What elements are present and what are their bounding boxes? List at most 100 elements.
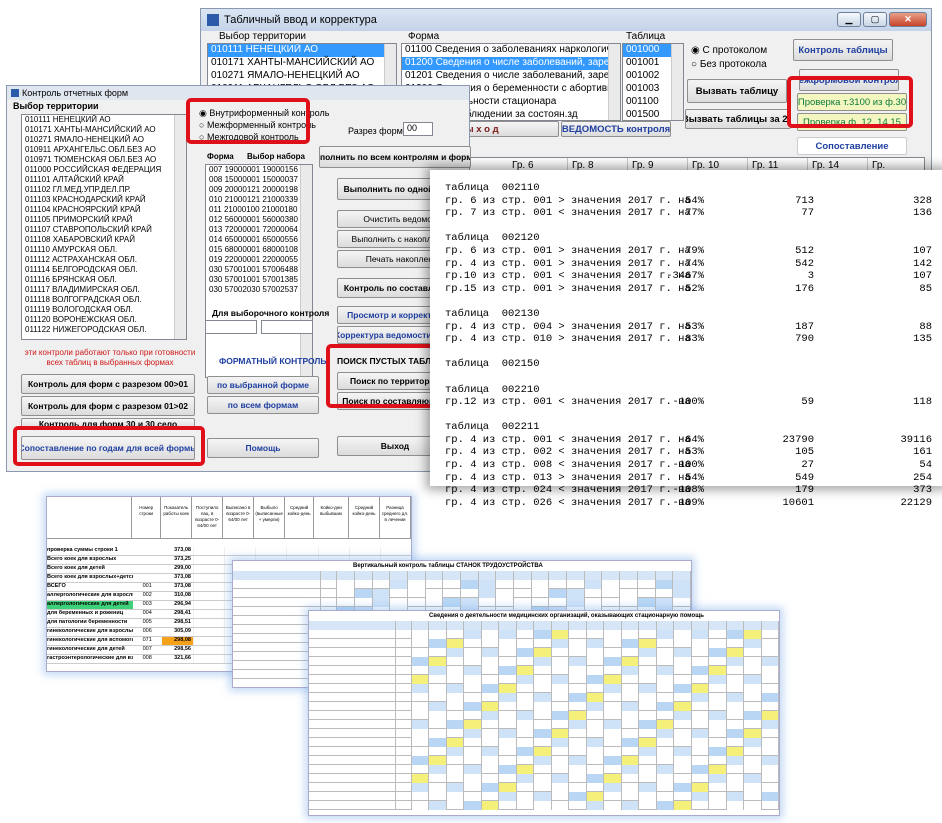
form-set-item[interactable]: 014 65000001 65000556 xyxy=(206,235,312,245)
territory-item[interactable]: 011105 ПРИМОРСКИЙ КРАЙ xyxy=(22,215,186,225)
close-button[interactable]: ✕ xyxy=(889,12,927,27)
territory-item[interactable]: 010111 НЕНЕЦКИЙ АО xyxy=(22,115,186,125)
form-set-item[interactable]: 010 21000121 21000339 xyxy=(206,195,312,205)
maximize-button[interactable]: ▢ xyxy=(863,12,887,27)
territory-item[interactable]: 011116 БРЯНСКАЯ ОБЛ. xyxy=(22,275,186,285)
cut01-button[interactable]: Контроль для форм с разрезом 00>01 xyxy=(21,374,195,394)
scrollbar[interactable] xyxy=(671,44,683,120)
territory-item[interactable]: 011103 КРАСНОДАРСКИЙ КРАЙ xyxy=(22,195,186,205)
selective-from-input[interactable] xyxy=(205,320,257,334)
sheet-cell xyxy=(481,648,500,657)
territory-item[interactable]: 011102 ГЛ.МЕД.УПР.ДЕЛ.ПР. xyxy=(22,185,186,195)
territory-item[interactable]: 010971 ТЮМЕНСКАЯ ОБЛ.БЕЗ АО xyxy=(22,155,186,165)
form-set-item[interactable]: 011 21000100 21000180 xyxy=(206,205,312,215)
sheet-cell xyxy=(762,630,779,639)
territory-item[interactable]: 010271 ЯМАЛО-НЕНЕЦКИЙ АО xyxy=(22,135,186,145)
sheet-cell xyxy=(516,774,535,783)
format-all-button[interactable]: по всем формам xyxy=(207,396,319,414)
radio-no-protocol[interactable]: ○ Без протокола xyxy=(691,59,767,70)
territory-item[interactable]: 011110 АМУРСКАЯ ОБЛ. xyxy=(22,245,186,255)
control-forms-list[interactable]: 007 19000001 19000156 008 15000001 150000… xyxy=(205,164,313,378)
sheet-cell xyxy=(709,783,727,792)
form-set-item[interactable]: 013 72000001 72000064 xyxy=(206,225,312,235)
form-set-item[interactable]: 030 57002030 57002537 xyxy=(206,285,312,295)
sheet-cell xyxy=(674,675,692,684)
form-item[interactable]: 01201 Сведения о числе заболеваний, заре… xyxy=(402,70,620,83)
territory-item[interactable]: 011118 ВОЛГОГРАДСКАЯ ОБЛ. xyxy=(22,295,186,305)
form-item[interactable]: 01100 Сведения о заболеваниях наркологич… xyxy=(402,44,620,57)
territory-item[interactable]: 011108 ХАБАРОВСКИЙ КРАЙ xyxy=(22,235,186,245)
sheet-cell xyxy=(534,621,552,630)
form-set-item[interactable]: 009 20000121 20000198 xyxy=(206,185,312,195)
territory-item[interactable]: 011119 ВОЛОГОДСКАЯ ОБЛ. xyxy=(22,305,186,315)
sheet-cell xyxy=(499,648,517,657)
territory-item[interactable]: 011120 ВОРОНЕЖСКАЯ ОБЛ. xyxy=(22,315,186,325)
territory-item[interactable]: 011000 РОССИЙСКАЯ ФЕДЕРАЦИЯ xyxy=(22,165,186,175)
sheet-cell xyxy=(621,738,640,747)
territory-item[interactable]: 011107 СТАВРОПОЛЬСКИЙ КРАЙ xyxy=(22,225,186,235)
call-table-button[interactable]: Вызвать таблицу xyxy=(687,79,787,103)
sheet-cell xyxy=(534,630,552,639)
sheet-cell xyxy=(569,801,587,810)
territory-item[interactable]: 010171 ХАНТЫ-МАНСИЙСКИЙ АО xyxy=(208,57,396,70)
sheet-cell xyxy=(534,693,552,702)
territory-item[interactable]: 011112 АСТРАХАНСКАЯ ОБЛ. xyxy=(22,255,186,265)
sheet-cell xyxy=(309,711,397,720)
sheet-cell xyxy=(443,589,461,598)
sheet-cell xyxy=(446,783,465,792)
row-previous: 22129 xyxy=(900,496,932,509)
row-text: гр.12 из стр. 001 < значения 2017 г. на xyxy=(445,396,691,409)
cut02-button[interactable]: Контроль для форм с разрезом 01>02 xyxy=(21,396,195,416)
help-button[interactable]: Помощь xyxy=(207,438,319,458)
territory-item[interactable]: 010111 НЕНЕЦКИЙ АО xyxy=(208,44,396,57)
sheet-cell xyxy=(429,639,447,648)
row-text: гр. 4 из стр. 004 > значения 2017 г. на xyxy=(445,320,691,333)
sheet-cell xyxy=(551,621,570,630)
table-list[interactable]: 001000 001001 001002 001003 001100 001500 xyxy=(622,43,684,121)
control-territory-list[interactable]: 010111 НЕНЕЦКИЙ АО 010171 ХАНТЫ-МАНСИЙСКИ… xyxy=(21,114,187,340)
form-set-item[interactable]: 030 57001001 57001385 xyxy=(206,275,312,285)
territory-item[interactable]: 011104 КРАСНОЯРСКИЙ КРАЙ xyxy=(22,205,186,215)
form-set-item[interactable]: 015 68000001 68000108 xyxy=(206,245,312,255)
sheet-cell xyxy=(744,729,762,738)
statement-button[interactable]: ВЕДОМОСТЬ контроля xyxy=(561,121,671,137)
control-table-button[interactable]: Контроль таблицы xyxy=(793,39,893,61)
sheet-cell xyxy=(531,580,550,589)
compare-button[interactable]: Сопоставление xyxy=(797,137,907,155)
scrollbar[interactable] xyxy=(174,115,186,339)
territory-item[interactable]: 010271 ЯМАЛО-НЕНЕЦКИЙ АО xyxy=(208,70,396,83)
territory-item[interactable]: 010911 АРХАНГЕЛЬС.ОБЛ.БЕЗ АО xyxy=(22,145,186,155)
call-tables-2y-button[interactable]: Вызвать таблицы за 2 г xyxy=(685,109,791,129)
territory-item[interactable]: 011101 АЛТАЙСКИЙ КРАЙ xyxy=(22,175,186,185)
form-set-item[interactable]: 019 22000001 22000055 xyxy=(206,255,312,265)
radio-protocol[interactable]: ◉ С протоколом xyxy=(691,45,767,56)
sheet-cell xyxy=(639,765,657,774)
form-set-item[interactable]: 007 19000001 19000156 xyxy=(206,165,312,175)
form-item[interactable]: 01200 Сведения о числе заболеваний, заре… xyxy=(402,57,620,70)
form-set-item[interactable]: 012 56000001 56000380 xyxy=(206,215,312,225)
sheet-cell xyxy=(709,738,727,747)
sheet-cell xyxy=(460,598,479,607)
sheet-cell xyxy=(761,657,779,666)
format-selected-button[interactable]: по выбранной форме xyxy=(207,376,319,394)
territory-item[interactable]: 011117 ВЛАДИМИРСКАЯ ОБЛ. xyxy=(22,285,186,295)
scrollbar[interactable] xyxy=(608,44,620,120)
sheet-cell xyxy=(499,765,517,774)
sheet-cell xyxy=(569,630,587,639)
form-set-item[interactable]: 030 57001001 57006488 xyxy=(206,265,312,275)
cut-input[interactable]: 00 xyxy=(403,122,433,136)
form-set-item[interactable]: 008 15000001 15000037 xyxy=(206,175,312,185)
territory-item[interactable]: 011122 НИЖЕГОРОДСКАЯ ОБЛ. xyxy=(22,325,186,335)
territory-item[interactable]: 010171 ХАНТЫ-МАНСИЙСКИЙ АО xyxy=(22,125,186,135)
territory-item[interactable]: 011114 БЕЛГОРОДСКАЯ ОБЛ. xyxy=(22,265,186,275)
sheet-cell xyxy=(396,711,412,720)
row-value: 298,08 xyxy=(161,637,193,645)
minimize-button[interactable]: ▁ xyxy=(837,12,861,27)
selective-to-input[interactable] xyxy=(261,320,313,334)
run-all-button[interactable]: Выполнить по всем контролям и формам xyxy=(319,146,471,168)
scrollbar[interactable] xyxy=(300,165,312,377)
sheet-cell xyxy=(657,711,675,720)
sheet-cell xyxy=(446,639,465,648)
sheet-cell xyxy=(761,621,779,630)
